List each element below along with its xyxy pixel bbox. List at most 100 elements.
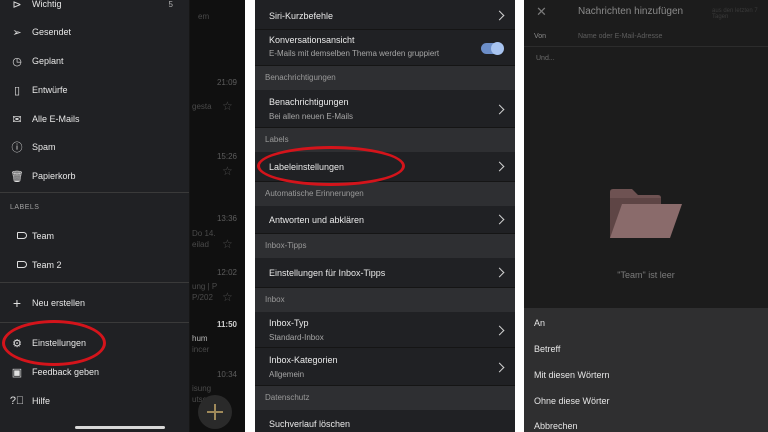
drawer-item-settings[interactable]: ⚙ Einstellungen	[0, 329, 189, 357]
drawer-item-feedback[interactable]: ▣ Feedback geben	[0, 358, 189, 386]
settings-row-notifications[interactable]: Benachrichtigungen Bei allen neuen E-Mai…	[255, 90, 515, 128]
drawer-item-label: Feedback geben	[32, 367, 100, 377]
background-snippet: em	[198, 12, 210, 21]
settings-row-title: Einstellungen für Inbox-Tipps	[269, 268, 386, 278]
background-time: 13:36	[216, 214, 237, 223]
divider	[524, 46, 768, 47]
drawer-item-label: Alle E-Mails	[32, 114, 80, 124]
settings-row-reply-followup[interactable]: Antworten und abklären	[255, 206, 515, 234]
background-time: 12:02	[216, 268, 237, 277]
background-time: 10:34	[216, 370, 237, 379]
from-label: Von	[534, 33, 547, 40]
settings-row-conversation-view[interactable]: Konversationsansicht E-Mails mit demselb…	[255, 30, 515, 66]
option-to[interactable]: An	[534, 318, 545, 328]
from-input[interactable]: Name oder E-Mail-Adresse	[578, 33, 662, 40]
drawer-item-trash[interactable]: 🗑 Papierkorb	[0, 162, 189, 190]
drawer-item-label: Neu erstellen	[32, 298, 86, 308]
settings-row-title: Konversationsansicht	[269, 35, 355, 45]
compose-fab[interactable]	[198, 395, 232, 429]
send-icon: ➢	[12, 26, 22, 39]
empty-state-text: "Team" ist leer	[617, 270, 675, 280]
settings-panel: Siri-Kurzbefehle Konversationsansicht E-…	[255, 0, 515, 432]
option-subject[interactable]: Betreff	[534, 344, 560, 354]
drawer-item-all-mail[interactable]: ✉ Alle E-Mails	[0, 105, 189, 133]
conversation-view-toggle[interactable]	[481, 42, 504, 55]
settings-row-siri[interactable]: Siri-Kurzbefehle	[255, 0, 515, 30]
settings-row-title: Benachrichtigungen	[269, 97, 349, 107]
settings-row-label-settings[interactable]: Labeleinstellungen	[255, 152, 515, 182]
chevron-right-icon	[494, 104, 505, 115]
gear-icon: ⚙	[12, 337, 22, 350]
chevron-right-icon	[494, 267, 505, 278]
drawer-item-new-label[interactable]: + Neu erstellen	[0, 289, 189, 317]
drawer-item-count: 5	[168, 0, 173, 9]
settings-row-clear-history[interactable]: Suchverlauf löschen	[255, 410, 515, 432]
settings-row-title: Suchverlauf löschen	[269, 419, 351, 429]
settings-row-subtitle: Standard-Inbox	[269, 333, 324, 342]
drawer-item-label: Einstellungen	[32, 338, 87, 348]
background-snippet: ung | P	[192, 282, 218, 291]
background-snippet: Do 14.	[192, 229, 216, 238]
drawer-item-label: Hilfe	[32, 396, 51, 406]
schedule-send-icon: ◷	[12, 55, 22, 68]
navigation-drawer: ⊳ Wichtig 5 ➢ Gesendet ◷ Geplant ▯ Entwü…	[0, 0, 189, 432]
section-header: Benachrichtigungen	[255, 66, 515, 90]
option-cancel[interactable]: Abbrechen	[534, 421, 578, 431]
drawer-item-help[interactable]: ?⃝ Hilfe	[0, 387, 189, 415]
action-sheet: An Betreff Mit diesen Wörtern Ohne diese…	[524, 308, 768, 432]
drawer-item-team-2[interactable]: Team 2	[0, 251, 189, 279]
labels-heading: LABELS	[10, 204, 40, 211]
star-icon: ☆	[222, 290, 233, 304]
section-header-label: Benachrichtigungen	[265, 73, 336, 82]
chevron-right-icon	[494, 214, 505, 225]
drawer-item-drafts[interactable]: ▯ Entwürfe	[0, 76, 189, 104]
body-input[interactable]: Und...	[536, 55, 555, 62]
settings-row-inbox-categories[interactable]: Inbox-Kategorien Allgemein	[255, 348, 515, 386]
drawer-item-scheduled[interactable]: ◷ Geplant	[0, 47, 189, 75]
plus-icon: +	[12, 295, 22, 311]
drawer-item-important[interactable]: ⊳ Wichtig 5	[0, 0, 189, 18]
settings-row-subtitle: Allgemein	[269, 370, 305, 379]
close-icon[interactable]: ✕	[536, 4, 547, 20]
background-snippet: hum	[192, 334, 208, 343]
drawer-item-label: Team 2	[32, 260, 62, 270]
label-important-icon: ⊳	[12, 0, 22, 11]
drawer-item-label: Geplant	[32, 56, 64, 66]
drawer-item-label: Papierkorb	[32, 171, 76, 181]
settings-row-subtitle: E-Mails mit demselben Thema werden grupp…	[269, 49, 440, 58]
background-time: 15:26	[216, 152, 237, 161]
background-snippet: eilad	[192, 240, 209, 249]
option-with-words[interactable]: Mit diesen Wörtern	[534, 370, 610, 380]
drawer-item-label: Entwürfe	[32, 85, 68, 95]
section-header-label: Labels	[265, 135, 289, 144]
all-mail-icon: ✉	[12, 113, 22, 126]
settings-row-title: Antworten und abklären	[269, 215, 365, 225]
star-icon: ☆	[222, 164, 233, 178]
trash-icon: 🗑	[10, 170, 24, 183]
chevron-right-icon	[494, 161, 505, 172]
drawer-item-sent[interactable]: ➢ Gesendet	[0, 18, 189, 46]
spam-icon: ⓘ	[11, 142, 23, 154]
feedback-icon: ▣	[11, 366, 23, 379]
drawer-item-label: Wichtig	[32, 0, 62, 9]
settings-row-inbox-type[interactable]: Inbox-Typ Standard-Inbox	[255, 312, 515, 348]
settings-row-subtitle: Bei allen neuen E-Mails	[269, 112, 354, 121]
home-indicator	[75, 426, 165, 429]
compose-panel: ✕ Nachrichten hinzufügen aus den letzten…	[524, 0, 768, 432]
chevron-right-icon	[494, 362, 505, 373]
option-without-words[interactable]: Ohne diese Wörter	[534, 396, 610, 406]
settings-row-title: Inbox-Kategorien	[269, 355, 338, 365]
section-header-label: Datenschutz	[265, 393, 310, 402]
label-icon	[0, 259, 32, 271]
label-icon	[0, 230, 32, 242]
drawer-item-label: Spam	[32, 142, 56, 152]
drawer-item-spam[interactable]: ⓘ Spam	[0, 133, 189, 161]
background-snippet: gesta	[192, 102, 212, 111]
background-snippet: incer	[192, 345, 210, 354]
drawer-item-team[interactable]: Team	[0, 222, 189, 250]
section-header-label: Inbox-Tipps	[265, 241, 307, 250]
settings-row-title: Inbox-Typ	[269, 318, 309, 328]
settings-row-inbox-tips[interactable]: Einstellungen für Inbox-Tipps	[255, 258, 515, 288]
section-header: Datenschutz	[255, 386, 515, 410]
help-icon: ?⃝	[9, 395, 25, 407]
